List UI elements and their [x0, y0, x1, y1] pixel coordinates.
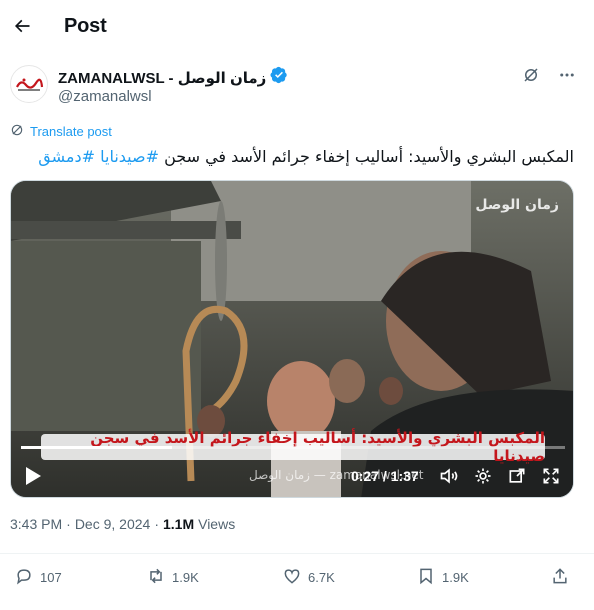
- reply-icon: [14, 566, 34, 589]
- meta-separator: ·: [66, 516, 71, 532]
- meta-separator: ·: [154, 516, 159, 532]
- reply-button[interactable]: 107: [14, 566, 62, 589]
- repost-button[interactable]: 1.9K: [146, 566, 199, 589]
- like-count: 6.7K: [308, 570, 335, 585]
- reply-count: 107: [40, 570, 62, 585]
- hashtag-link[interactable]: #صيدنايا: [100, 147, 159, 166]
- video-player[interactable]: زمان الوصل المكبس البشري والأسيد: أساليب…: [10, 180, 574, 498]
- settings-gear-icon[interactable]: [473, 466, 493, 491]
- page-title: Post: [64, 15, 107, 37]
- translate-post-link[interactable]: Translate post: [10, 123, 112, 140]
- views-count: 1.1M: [162, 516, 195, 532]
- post-meta: 3:43 PM · Dec 9, 2024 · 1.1M Views: [10, 516, 235, 532]
- avatar-logo-icon: [12, 67, 46, 101]
- video-progress-fill: [21, 446, 173, 449]
- repost-count: 1.9K: [172, 570, 199, 585]
- top-header: Post: [0, 0, 594, 53]
- volume-icon[interactable]: [439, 466, 459, 491]
- repost-icon: [146, 566, 166, 589]
- like-button[interactable]: 6.7K: [282, 566, 335, 589]
- translate-label[interactable]: Translate post: [30, 124, 112, 139]
- post-date[interactable]: Dec 9, 2024: [75, 516, 151, 532]
- video-watermark-logo: زمان الوصل: [475, 197, 559, 213]
- author-handle[interactable]: @zamanalwsl: [58, 88, 152, 105]
- bookmark-icon: [416, 566, 436, 589]
- video-controls: 0:27 / 1:37: [11, 459, 573, 495]
- share-icon: [550, 566, 570, 589]
- avatar[interactable]: [10, 65, 48, 103]
- video-progress-bar[interactable]: [21, 446, 565, 449]
- verified-badge-icon: [270, 66, 288, 89]
- more-options-icon[interactable]: [558, 66, 576, 89]
- hashtag-link[interactable]: #دمشق: [38, 147, 95, 166]
- post-body-text: المكبس البشري والأسيد: أساليب إخفاء جرائ…: [158, 147, 574, 166]
- author-display-name[interactable]: ZAMANALWSL - زمان الوصل: [58, 69, 266, 87]
- post-text: المكبس البشري والأسيد: أساليب إخفاء جرائ…: [14, 146, 574, 168]
- video-time: 0:27 / 1:37: [351, 468, 419, 484]
- divider: [0, 553, 594, 554]
- post-time[interactable]: 3:43 PM: [10, 516, 62, 532]
- bookmark-count: 1.9K: [442, 570, 469, 585]
- play-icon[interactable]: [23, 465, 43, 492]
- views-label: Views: [198, 516, 236, 532]
- bookmark-button[interactable]: 1.9K: [416, 566, 469, 589]
- back-arrow-icon[interactable]: [10, 14, 34, 38]
- author-name-row[interactable]: ZAMANALWSL - زمان الوصل: [58, 66, 288, 89]
- fullscreen-icon[interactable]: [541, 466, 561, 491]
- grok-icon[interactable]: [522, 66, 540, 89]
- action-bar: 107 1.9K 6.7K 1.9K: [0, 558, 594, 592]
- translate-icon: [10, 123, 24, 140]
- share-button[interactable]: [550, 566, 570, 589]
- external-link-icon[interactable]: [507, 466, 527, 491]
- heart-icon: [282, 566, 302, 589]
